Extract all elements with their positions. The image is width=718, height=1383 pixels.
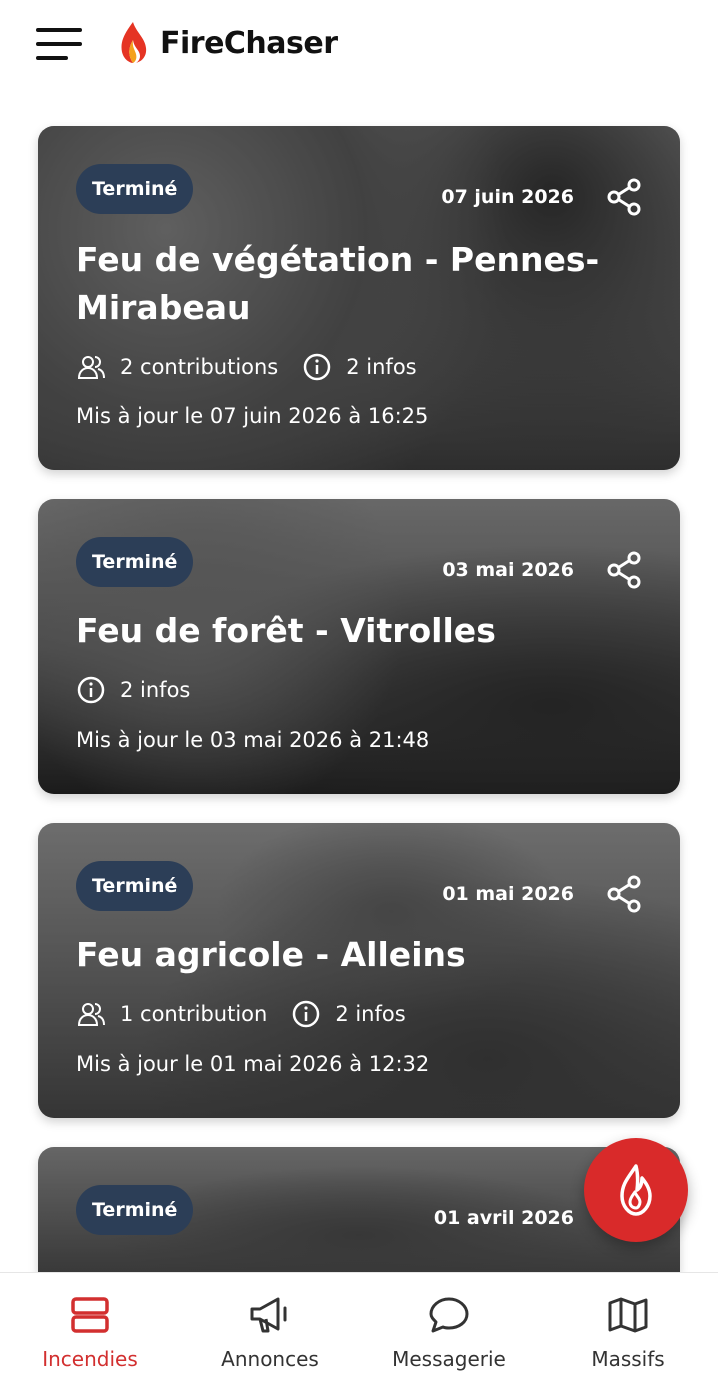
incident-card[interactable]: Terminé 01 mai 2026 Feu agricole - Allei…	[38, 823, 680, 1118]
incident-card[interactable]: Terminé 03 mai 2026 Feu de forêt - Vitro…	[38, 499, 680, 794]
status-badge: Terminé	[76, 1185, 194, 1235]
tab-label: Messagerie	[392, 1347, 506, 1371]
infos-count: 2 infos	[335, 1002, 406, 1026]
infos-count: 2 infos	[120, 678, 191, 702]
share-icon[interactable]	[606, 178, 642, 216]
incident-title: Feu de végétation - Pennes-Mirabeau	[76, 240, 600, 327]
incident-title: Feu de forêt - Vitrolles	[76, 611, 496, 650]
incident-date: 03 mai 2026	[442, 559, 574, 581]
share-icon[interactable]	[606, 551, 642, 589]
map-icon	[608, 1297, 648, 1333]
tab-massifs[interactable]: Massifs	[538, 1273, 718, 1383]
info-icon	[293, 1000, 320, 1028]
updated-at: Mis à jour le 03 mai 2026 à 21:48	[76, 728, 430, 752]
megaphone-icon	[250, 1297, 287, 1333]
status-badge: Terminé	[76, 164, 194, 214]
incident-date: 07 juin 2026	[441, 186, 574, 208]
flame-logo-icon	[121, 22, 147, 63]
bottom-nav: Incendies Annonces Messagerie Massifs	[0, 1272, 718, 1383]
menu-icon[interactable]	[36, 28, 84, 62]
incident-title: Feu agricole - Alleins	[76, 935, 466, 974]
tab-label: Annonces	[221, 1347, 319, 1371]
incident-date: 01 avril 2026	[433, 1207, 574, 1229]
contributions-count: 1 contribution	[120, 1002, 268, 1026]
incident-date: 01 mai 2026	[442, 883, 574, 905]
chat-icon	[429, 1297, 469, 1333]
info-icon	[304, 353, 331, 381]
updated-at: Mis à jour le 01 mai 2026 à 12:32	[76, 1052, 430, 1076]
tab-messagerie[interactable]: Messagerie	[359, 1273, 539, 1383]
status-badge: Terminé	[76, 537, 194, 587]
incident-meta: 2 infos	[76, 675, 190, 705]
app-header: FireChaser	[0, 0, 718, 100]
tab-label: Massifs	[591, 1347, 665, 1371]
app-title: FireChaser	[160, 26, 338, 61]
users-icon	[77, 1003, 105, 1026]
users-icon	[77, 356, 105, 379]
contributions-count: 2 contributions	[120, 355, 279, 379]
report-fire-button[interactable]	[584, 1138, 688, 1242]
tab-label: Incendies	[42, 1347, 138, 1371]
incident-meta: 1 contribution 2 infos	[76, 999, 406, 1029]
updated-at: Mis à jour le 07 juin 2026 à 16:25	[76, 404, 429, 428]
info-icon	[77, 676, 105, 704]
tab-annonces[interactable]: Annonces	[180, 1273, 360, 1383]
share-icon[interactable]	[606, 875, 642, 913]
infos-count: 2 infos	[346, 355, 417, 379]
rows-icon	[71, 1297, 109, 1333]
status-badge: Terminé	[76, 861, 194, 911]
flame-icon	[620, 1164, 652, 1216]
incident-card[interactable]: Terminé 07 juin 2026 Feu de végétation -…	[38, 126, 680, 470]
tab-incendies[interactable]: Incendies	[0, 1273, 180, 1383]
incident-meta: 2 contributions 2 infos	[76, 352, 417, 382]
incident-card[interactable]: Terminé 01 avril 2026	[38, 1147, 680, 1273]
